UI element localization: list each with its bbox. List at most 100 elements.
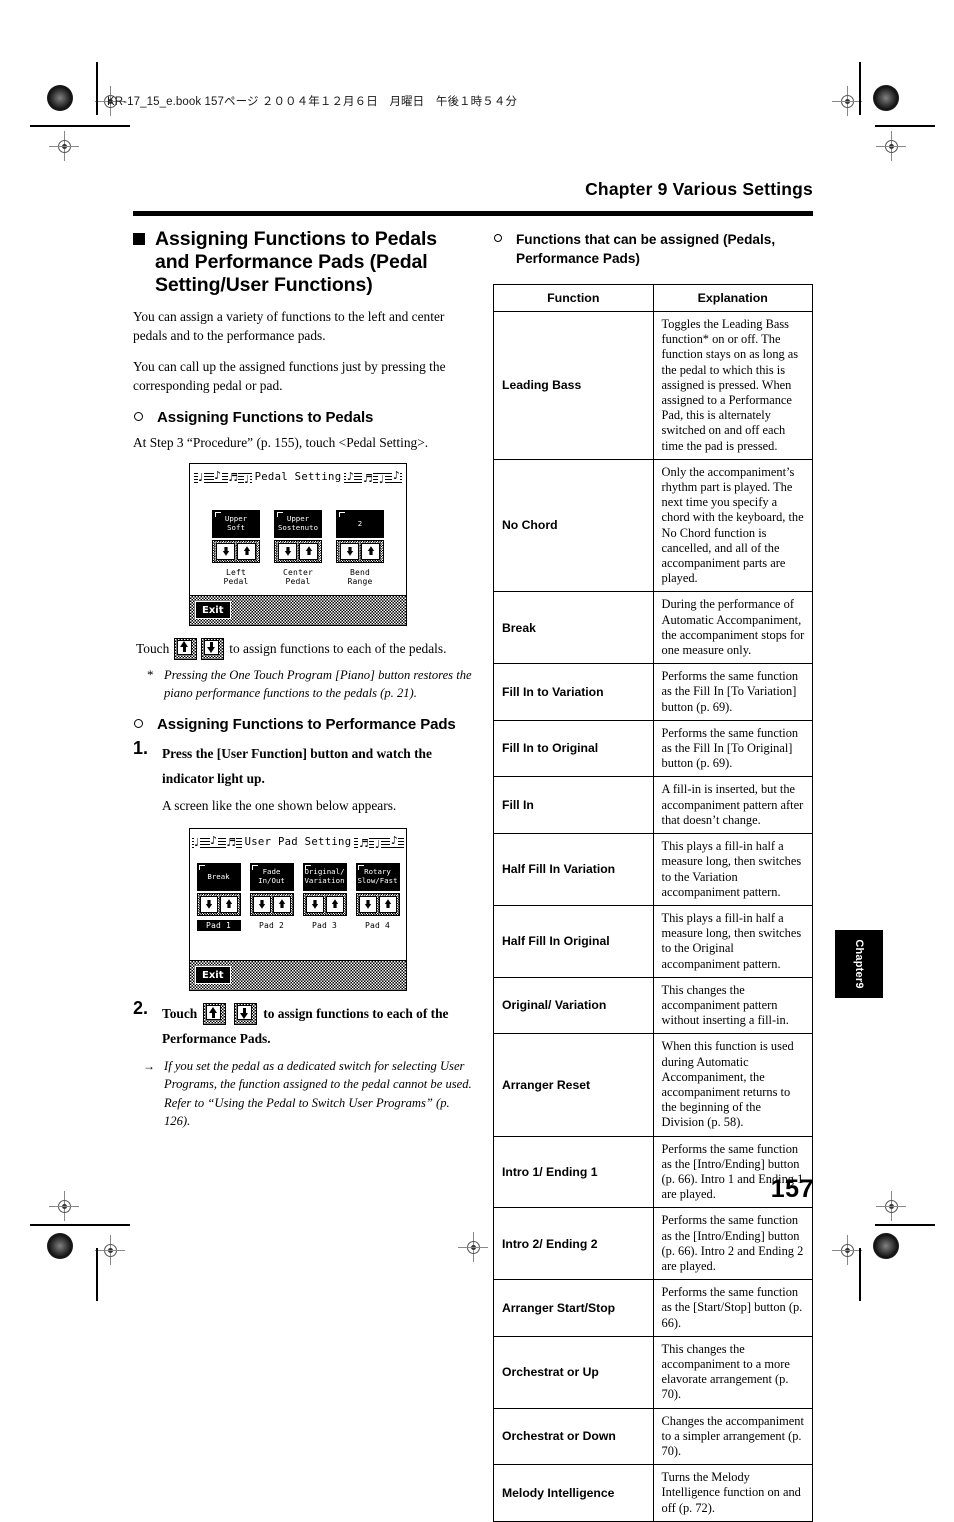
- cell-function: No Chord: [493, 458, 654, 593]
- pedal-slot-bend-range: 2 Bend Range: [336, 509, 384, 587]
- subheading-assigning-functions-to-pedals: Assigning Functions to Pedals: [133, 408, 473, 427]
- intro-paragraph-2: You can call up the assigned functions j…: [133, 359, 446, 393]
- table-row: Arranger Reset When this function is used…: [493, 1033, 813, 1137]
- user-pad-3-stepper: [302, 892, 347, 916]
- cell-explanation: Only the accompaniment’s rhythm part is …: [652, 458, 813, 593]
- page-canvas: KR-17_15_e.book 157ページ ２００４年１２月６日 月曜日 午後…: [0, 0, 954, 1522]
- registration-mark-top-right: [832, 86, 862, 116]
- trim-line-bottom-left-vertical: [96, 1248, 98, 1301]
- step-1-text: Press the [User Function] button and wat…: [162, 745, 432, 786]
- table-row: No Chord Only the accompaniment’s rhythm …: [493, 458, 813, 593]
- up-arrow-key-icon: [203, 1003, 227, 1026]
- color-registration-patch-bottom-left: [47, 1233, 73, 1259]
- left-column: Assigning Functions to Pedals and Perfor…: [133, 228, 473, 1143]
- step-1: 1. Press the [User Function] button and …: [133, 737, 473, 818]
- user-pad-4-up-button[interactable]: [378, 895, 397, 913]
- cell-function: Orchestrat or Up: [493, 1335, 654, 1409]
- touch-instruction-pedals: Touch to assign functions to each of the…: [133, 637, 473, 660]
- cell-explanation: This plays a fill-in half a measure long…: [652, 904, 813, 978]
- trim-line-bottom-right-vertical: [859, 1248, 861, 1301]
- step-1-number: 1.: [133, 737, 149, 758]
- pedal-slot-left-up-button[interactable]: [237, 542, 256, 560]
- pedal-slot-center-up-button[interactable]: [299, 542, 318, 560]
- pedal-slot-left-stepper: [212, 539, 260, 563]
- chapter-thumb-tab-label: Chapter9: [853, 939, 865, 989]
- pedal-setting-footer: Exit: [190, 594, 406, 625]
- cell-function: Original/ Variation: [493, 976, 654, 1035]
- subheading-text: Assigning Functions to Pedals: [157, 409, 374, 427]
- user-pad-2-down-button[interactable]: [252, 895, 271, 913]
- cell-explanation: Performs the same function as the [Intro…: [652, 1207, 813, 1281]
- touch-instruction-pedals-prefix: Touch: [136, 640, 170, 656]
- user-pad-4-down-button[interactable]: [358, 895, 377, 913]
- pedal-setting-screen: ♩ ♪ ♬ ♩ Pedal Setting ♪ ♬ ♩ ♪ Upper Soft Left …: [189, 462, 407, 626]
- trim-line-top-left-vertical: [96, 62, 98, 115]
- pedal-slot-left-label: Left Pedal: [223, 567, 249, 586]
- user-pad-1-value[interactable]: Break: [196, 862, 241, 891]
- chapter-thumb-tab: Chapter9: [835, 930, 883, 998]
- pedal-slot-bend-range-up-button[interactable]: [361, 542, 380, 560]
- table-row: Arranger Start/Stop Performs the same fun…: [493, 1279, 813, 1337]
- circle-bullet-icon: [494, 234, 502, 242]
- table-row: Half Fill In Variation This plays a fill-…: [493, 833, 813, 906]
- registration-mark-bottom-right-inner: [876, 1191, 906, 1221]
- user-pad-4: Rotary Slow/Fast Pad 4: [355, 862, 400, 931]
- cell-explanation: Changes the accompaniment to a simpler a…: [652, 1407, 813, 1466]
- cell-explanation: Toggles the Leading Bass function* on or…: [652, 311, 813, 460]
- music-staff-decoration-left: ♩ ♪ ♬ ♩: [193, 470, 252, 484]
- pedal-slot-left-down-button[interactable]: [216, 542, 235, 560]
- subheading-text: Assigning Functions to Performance Pads: [157, 715, 456, 733]
- cell-explanation: When this function is used during Automa…: [652, 1033, 813, 1137]
- down-arrow-key-icon: [234, 1003, 258, 1026]
- user-pad-2-value[interactable]: Fade In/Out: [249, 862, 294, 891]
- pedal-slot-center-down-button[interactable]: [278, 542, 297, 560]
- user-pad-2-up-button[interactable]: [272, 895, 291, 913]
- table-row: Fill In to Original Performs the same fun…: [493, 719, 813, 778]
- cell-explanation: Performs the same function as the Fill I…: [652, 719, 813, 778]
- pedal-slot-center: Upper Sostenuto Center Pedal: [274, 509, 322, 587]
- user-pad-1: Break Pad 1: [196, 862, 241, 931]
- chapter-header-title: Chapter 9 Various Settings: [585, 179, 813, 199]
- user-pad-2-label: Pad 2: [258, 920, 285, 930]
- cell-function: Half Fill In Original: [493, 904, 654, 978]
- cell-function: Orchestrat or Down: [493, 1407, 654, 1466]
- pedals-instruction: At Step 3 “Procedure” (p. 155), touch <P…: [133, 435, 429, 451]
- subheading-assigning-functions-to-performance-pads: Assigning Functions to Performance Pads: [133, 715, 473, 734]
- table-header-row: Function Explanation: [493, 284, 813, 312]
- cell-explanation: Performs the same function as the [Start…: [652, 1279, 813, 1337]
- page-title: Assigning Functions to Pedals and Perfor…: [133, 228, 473, 297]
- step-2: 2. Touch to assign functions to each of …: [133, 998, 473, 1051]
- user-pad-setting-exit-button[interactable]: Exit: [195, 966, 231, 985]
- subheading-text: Functions that can be assigned (Pedals, …: [516, 232, 776, 266]
- up-arrow-key-icon: [174, 637, 198, 660]
- registration-mark-bottom-center: [458, 1232, 488, 1262]
- pedal-slot-center-label: Center Pedal: [282, 567, 314, 586]
- user-pad-3-down-button[interactable]: [305, 895, 324, 913]
- pedal-setting-exit-button[interactable]: Exit: [195, 601, 231, 620]
- music-staff-decoration-right: ♪ ♬ ♩ ♪: [344, 470, 403, 484]
- user-pad-1-down-button[interactable]: [199, 895, 218, 913]
- user-pad-3-up-button[interactable]: [325, 895, 344, 913]
- user-pad-4-value[interactable]: Rotary Slow/Fast: [355, 862, 400, 891]
- cell-function: Intro 2/ Ending 2: [493, 1207, 654, 1281]
- user-pad-1-up-button[interactable]: [219, 895, 238, 913]
- pedal-slot-bend-range-value[interactable]: 2: [336, 509, 384, 538]
- registration-mark-top-left: [49, 131, 79, 161]
- music-staff-decoration-right: ♬ ♩ ♪: [354, 835, 405, 849]
- registration-mark-bottom-right: [832, 1235, 862, 1265]
- cell-explanation: Turns the Melody Intelligence function o…: [652, 1464, 813, 1522]
- user-pad-3-value[interactable]: Original/ Variation: [302, 862, 347, 891]
- color-registration-patch-bottom-right: [873, 1233, 899, 1259]
- asterisk-marker: *: [147, 666, 154, 682]
- music-staff-decoration-left: ♩ ♪ ♬: [191, 835, 242, 849]
- table-row: Melody Intelligence Turns the Melody Inte…: [493, 1464, 813, 1522]
- table-row: Break During the performance of Automatic…: [493, 591, 813, 665]
- pedal-slot-center-value[interactable]: Upper Sostenuto: [274, 509, 322, 538]
- pedal-slot-left-value[interactable]: Upper Soft: [212, 509, 260, 538]
- user-pad-1-label: Pad 1: [196, 919, 241, 931]
- cell-function: Arranger Reset: [493, 1033, 654, 1137]
- user-pad-setting-title: User Pad Setting: [244, 836, 352, 849]
- pedal-slot-bend-range-down-button[interactable]: [340, 542, 359, 560]
- registration-mark-top-right-inner: [876, 131, 906, 161]
- cell-explanation: This changes the accompaniment pattern w…: [652, 976, 813, 1035]
